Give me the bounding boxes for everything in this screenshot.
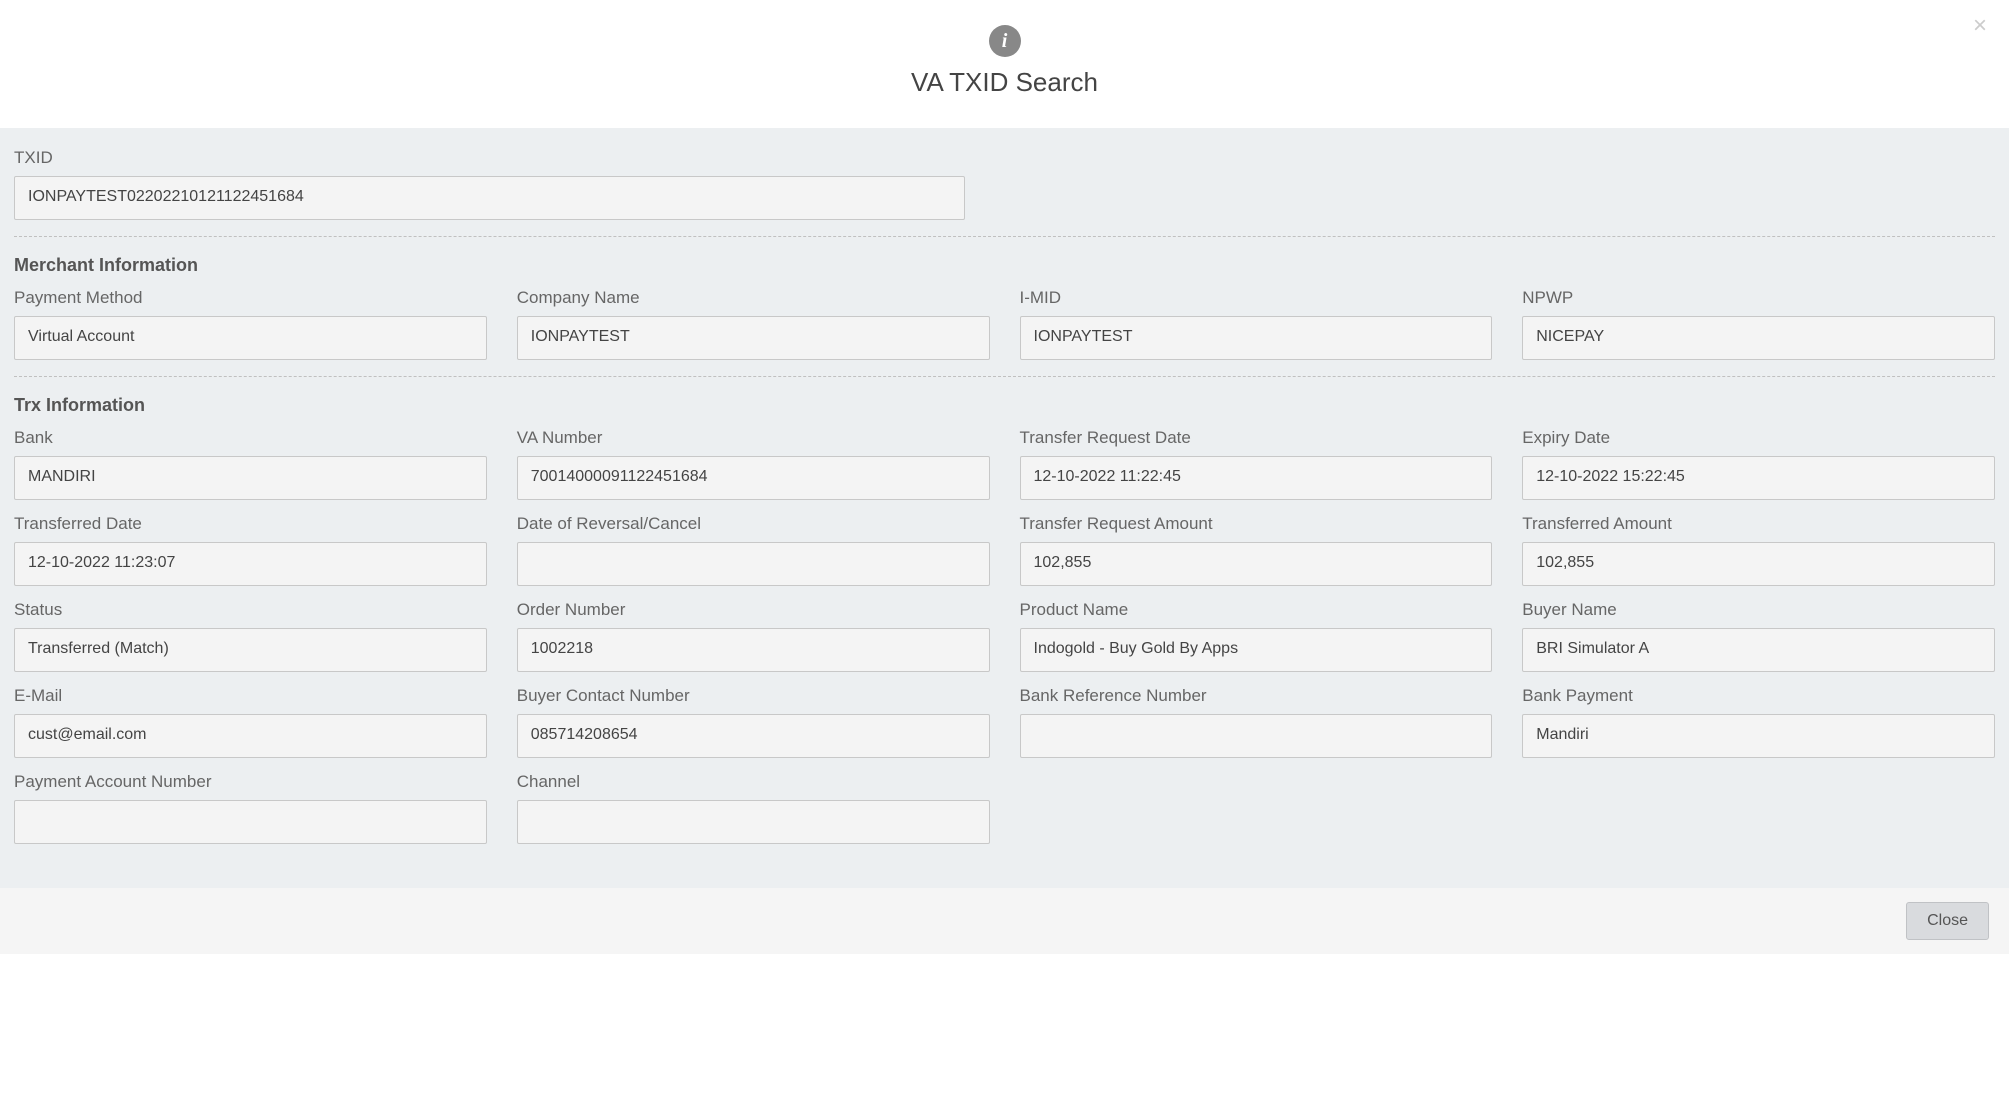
va-number-label: VA Number [517,428,990,448]
expiry-date-label: Expiry Date [1522,428,1995,448]
transferred-date-label: Transferred Date [14,514,487,534]
email-field[interactable]: cust@email.com [14,714,487,758]
transfer-request-amount-field[interactable]: 102,855 [1020,542,1493,586]
payment-method-label: Payment Method [14,288,487,308]
modal-footer: Close [0,888,2009,954]
buyer-contact-field[interactable]: 085714208654 [517,714,990,758]
company-name-field[interactable]: IONPAYTEST [517,316,990,360]
buyer-name-label: Buyer Name [1522,600,1995,620]
payment-account-field[interactable] [14,800,487,844]
bank-reference-field[interactable] [1020,714,1493,758]
imid-label: I-MID [1020,288,1493,308]
modal-header: × i VA TXID Search [0,0,2009,128]
close-button[interactable]: Close [1906,902,1989,940]
date-reversal-label: Date of Reversal/Cancel [517,514,990,534]
modal-title: VA TXID Search [20,67,1989,98]
transfer-request-date-label: Transfer Request Date [1020,428,1493,448]
transfer-request-date-field[interactable]: 12-10-2022 11:22:45 [1020,456,1493,500]
info-icon: i [989,25,1021,57]
close-icon[interactable]: × [1973,14,1987,38]
txid-field[interactable]: IONPAYTEST02202210121122451684 [14,176,965,220]
product-name-field[interactable]: Indogold - Buy Gold By Apps [1020,628,1493,672]
status-label: Status [14,600,487,620]
buyer-contact-label: Buyer Contact Number [517,686,990,706]
bank-payment-field[interactable]: Mandiri [1522,714,1995,758]
bank-reference-label: Bank Reference Number [1020,686,1493,706]
date-reversal-field[interactable] [517,542,990,586]
transferred-amount-label: Transferred Amount [1522,514,1995,534]
va-number-field[interactable]: 70014000091122451684 [517,456,990,500]
merchant-section-title: Merchant Information [14,247,1995,276]
product-name-label: Product Name [1020,600,1493,620]
modal-body: TXID IONPAYTEST02202210121122451684 Merc… [0,128,2009,888]
email-label: E-Mail [14,686,487,706]
payment-account-label: Payment Account Number [14,772,487,792]
payment-method-field[interactable]: Virtual Account [14,316,487,360]
channel-label: Channel [517,772,990,792]
status-field[interactable]: Transferred (Match) [14,628,487,672]
trx-section-title: Trx Information [14,387,1995,416]
bank-payment-label: Bank Payment [1522,686,1995,706]
transferred-date-field[interactable]: 12-10-2022 11:23:07 [14,542,487,586]
buyer-name-field[interactable]: BRI Simulator A [1522,628,1995,672]
order-number-field[interactable]: 1002218 [517,628,990,672]
npwp-field[interactable]: NICEPAY [1522,316,1995,360]
imid-field[interactable]: IONPAYTEST [1020,316,1493,360]
bank-label: Bank [14,428,487,448]
transferred-amount-field[interactable]: 102,855 [1522,542,1995,586]
expiry-date-field[interactable]: 12-10-2022 15:22:45 [1522,456,1995,500]
npwp-label: NPWP [1522,288,1995,308]
transfer-request-amount-label: Transfer Request Amount [1020,514,1493,534]
order-number-label: Order Number [517,600,990,620]
company-name-label: Company Name [517,288,990,308]
channel-field[interactable] [517,800,990,844]
bank-field[interactable]: MANDIRI [14,456,487,500]
txid-label: TXID [14,148,965,168]
